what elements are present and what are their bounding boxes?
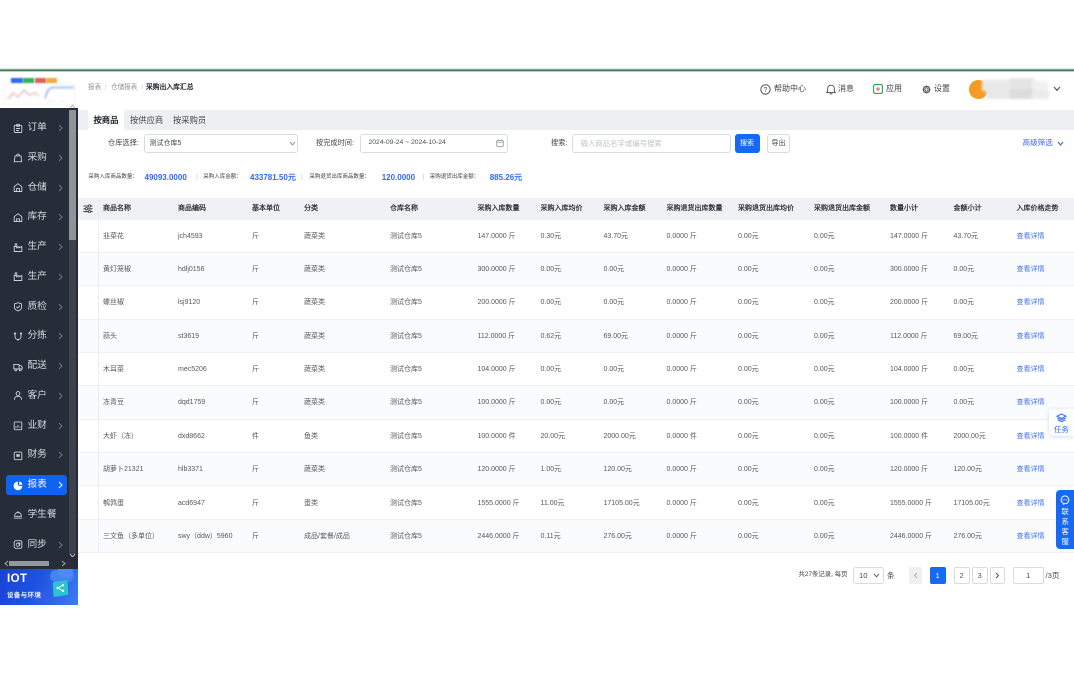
svg-text:?: ?: [764, 87, 768, 94]
